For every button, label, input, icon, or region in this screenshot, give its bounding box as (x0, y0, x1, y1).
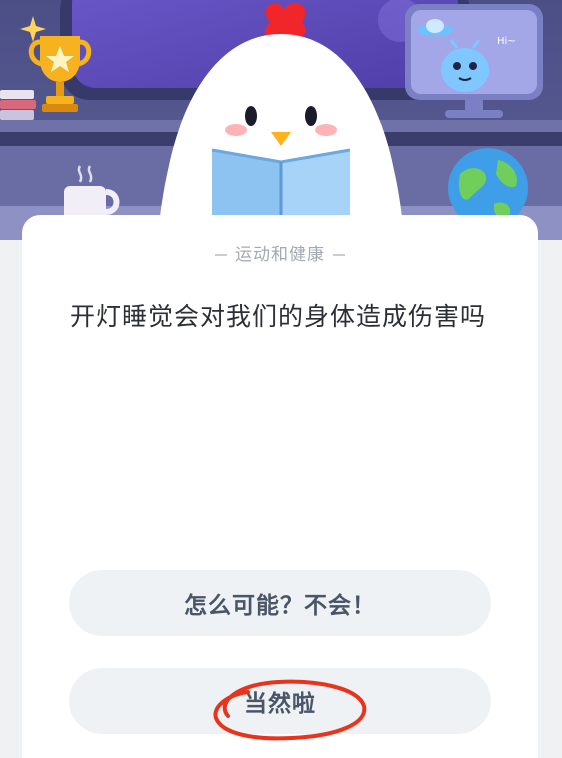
answer-option-label: 当然啦 (244, 691, 316, 717)
question-text: 开灯睡觉会对我们的身体造成伤害吗 (70, 302, 487, 331)
answer-option-yes[interactable]: 当然啦 (69, 668, 491, 734)
mug-icon (64, 165, 120, 222)
category-dash-right (333, 254, 345, 256)
monitor-greeting: Hi~ (497, 36, 516, 47)
alien-monitor-icon: Hi~ (405, 4, 543, 118)
header-illustration: Hi~ (0, 0, 562, 240)
answer-option-no[interactable]: 怎么可能？不会！ (69, 570, 491, 636)
answer-option-label: 怎么可能？不会！ (184, 593, 376, 619)
books-icon (0, 90, 36, 120)
category-dash-left (215, 254, 227, 256)
category-label: 运动和健康 (22, 240, 538, 265)
chicken-mascot-icon (158, 2, 404, 240)
question-card: 运动和健康 开灯睡觉会对我们的身体造成伤害吗 怎么可能？不会！ 当然啦 (22, 215, 538, 758)
category-text: 运动和健康 (235, 245, 325, 265)
quiz-page: Hi~ 运动和健康 开灯睡觉会对我们的身体造成伤害吗 怎么可能？不会！ 当然啦 (0, 0, 562, 758)
sparkle-icon (20, 16, 46, 42)
